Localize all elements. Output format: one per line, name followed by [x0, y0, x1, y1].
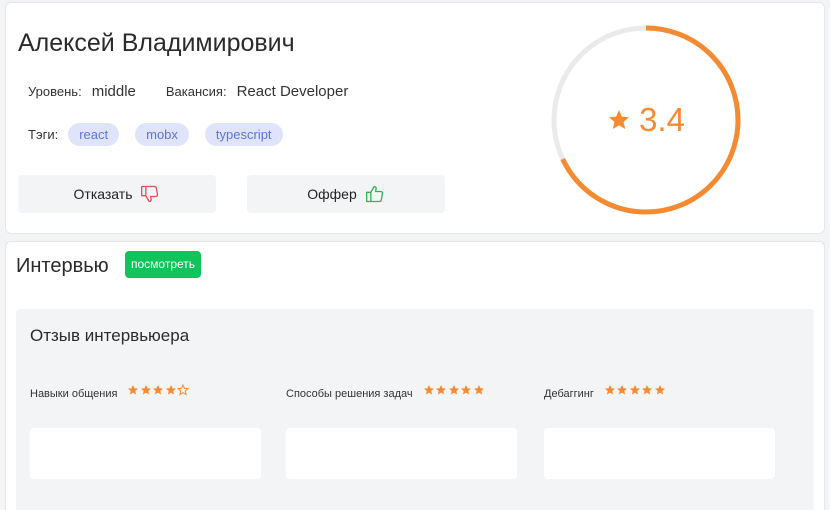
star-filled-icon[interactable] [473, 384, 485, 396]
candidate-name: Алексей Владимирович [18, 29, 295, 57]
view-button[interactable]: посмотреть [125, 251, 202, 278]
star-filled-icon[interactable] [152, 384, 164, 396]
vacancy-label: Вакансия: [165, 84, 227, 99]
vacancy-value: React Developer [236, 83, 349, 100]
star-filled-icon[interactable] [140, 384, 152, 396]
feedback-panel: Отзыв интервьюера Навыки общения Способы… [16, 309, 814, 510]
star-filled-icon[interactable] [654, 384, 666, 396]
comment-box-problem-solving[interactable] [286, 428, 517, 479]
star-filled-icon[interactable] [127, 384, 139, 396]
star-rating[interactable] [127, 384, 190, 396]
criterion-communication: Навыки общения [30, 384, 190, 400]
feedback-title: Отзыв интервьюера [30, 326, 190, 345]
comment-box-debugging[interactable] [544, 428, 775, 479]
star-icon [609, 110, 630, 129]
star-filled-icon[interactable] [629, 384, 641, 396]
offer-button[interactable]: Оффер [247, 175, 445, 213]
star-rating[interactable] [423, 384, 486, 396]
level-label: Уровень: [28, 84, 82, 99]
reject-button[interactable]: Отказать [18, 175, 216, 213]
star-rating[interactable] [604, 384, 667, 396]
star-empty-icon[interactable] [177, 384, 190, 396]
rating-value: 3.4 [639, 101, 685, 138]
level-value: middle [91, 83, 136, 100]
candidate-meta: Уровень: middle Вакансия: React Develope… [28, 83, 378, 100]
criterion-label: Способы решения задач [286, 388, 413, 400]
criterion-debugging: Дебаггинг [544, 385, 666, 400]
interview-card: Интервью посмотреть Отзыв интервьюера На… [5, 241, 825, 510]
star-filled-icon[interactable] [616, 384, 628, 396]
interview-title: Интервью [16, 255, 109, 277]
thumbs-up-icon [365, 185, 383, 203]
tags-label: Тэги: [28, 127, 59, 142]
tag-mobx[interactable]: mobx [135, 123, 189, 146]
criterion-label: Навыки общения [30, 388, 118, 400]
tag-typescript[interactable]: typescript [204, 123, 283, 146]
reject-button-label: Отказать [73, 186, 133, 202]
star-filled-icon[interactable] [460, 384, 472, 396]
star-filled-icon[interactable] [165, 384, 177, 396]
offer-button-label: Оффер [307, 186, 357, 202]
thumbs-down-icon [141, 185, 159, 203]
rating-gauge: 3.4 [549, 23, 743, 217]
criterion-label: Дебаггинг [544, 388, 594, 400]
candidate-card: Алексей Владимирович Уровень: middle Вак… [5, 2, 825, 234]
star-filled-icon[interactable] [448, 384, 460, 396]
star-filled-icon[interactable] [435, 384, 447, 396]
comment-box-communication[interactable] [30, 428, 261, 479]
rating-display: 3.4 [549, 23, 743, 217]
tag-react[interactable]: react [68, 123, 120, 146]
star-filled-icon[interactable] [604, 384, 616, 396]
tags-row: Тэги: react mobx typescript [28, 123, 299, 146]
star-filled-icon[interactable] [423, 384, 435, 396]
criterion-problem-solving: Способы решения задач [286, 385, 485, 400]
star-filled-icon[interactable] [641, 384, 653, 396]
